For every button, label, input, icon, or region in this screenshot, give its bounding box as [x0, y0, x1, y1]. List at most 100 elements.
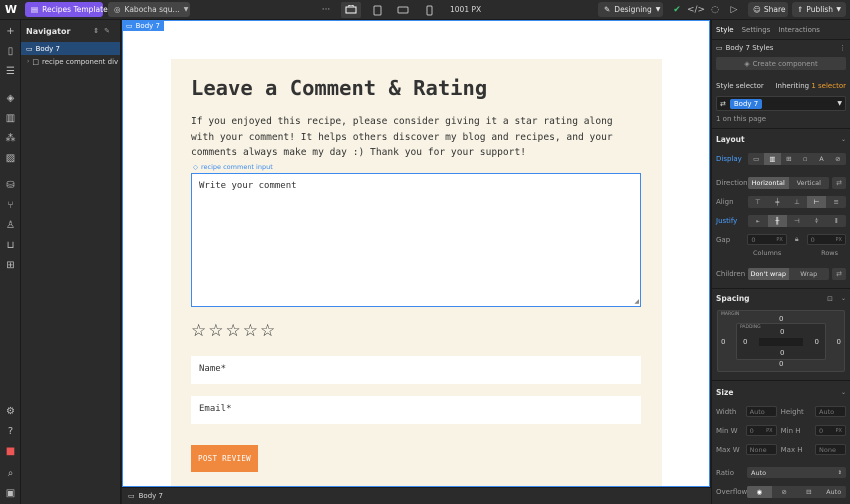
- navigator-item-recipe-component[interactable]: › □ recipe component div: [21, 55, 120, 68]
- display-none-icon[interactable]: ⊘: [830, 153, 846, 165]
- display-flex-icon[interactable]: ▥: [764, 153, 781, 165]
- inheriting-text[interactable]: Inheriting 1 selector: [775, 82, 846, 90]
- children-wrap[interactable]: Wrap: [789, 268, 830, 280]
- gap-columns-input[interactable]: 0 PX: [747, 234, 787, 245]
- align-end-icon[interactable]: ⊥: [787, 196, 807, 208]
- navigator-controls-icon[interactable]: ⇕✎: [93, 27, 115, 35]
- search-icon[interactable]: ⌕: [3, 466, 18, 481]
- more-menu-icon[interactable]: ···: [316, 2, 336, 18]
- height-input[interactable]: Auto: [815, 406, 846, 417]
- reverse-direction-icon[interactable]: ⇄: [832, 177, 846, 189]
- site-switcher[interactable]: ◎ Kabocha squ... ▼: [108, 2, 190, 17]
- children-options[interactable]: Don't wrap Wrap: [748, 268, 829, 280]
- lock-icon[interactable]: 🔒︎: [795, 235, 799, 244]
- overflow-hidden-icon[interactable]: ⊘: [772, 486, 797, 498]
- webflow-logo[interactable]: W: [4, 3, 18, 17]
- justify-around-icon[interactable]: ⦀: [826, 215, 846, 227]
- wrap-reverse-icon[interactable]: ⇄: [832, 268, 846, 280]
- direction-options[interactable]: Horizontal Vertical: [748, 177, 829, 189]
- code-icon[interactable]: </>: [686, 2, 706, 18]
- mobile-portrait-icon[interactable]: [419, 2, 439, 18]
- logic-icon[interactable]: ⑂: [3, 198, 18, 213]
- star-3-icon[interactable]: ☆: [226, 323, 241, 340]
- gap-rows-input[interactable]: 0 PX: [806, 234, 846, 245]
- layout-header[interactable]: Layout ⌄: [716, 135, 846, 144]
- min-width-input[interactable]: 0 PX: [745, 425, 777, 436]
- justify-between-icon[interactable]: ⫩: [807, 215, 827, 227]
- display-inline-icon[interactable]: ▫: [797, 153, 813, 165]
- overflow-scroll-icon[interactable]: ⊟: [797, 486, 822, 498]
- assets-icon[interactable]: ▨: [3, 151, 18, 166]
- publish-button[interactable]: ⇑ Publish ▼: [792, 2, 846, 17]
- padding-right-value[interactable]: 0: [815, 338, 819, 346]
- breadcrumb-item[interactable]: Body 7: [139, 492, 163, 500]
- align-stretch-icon[interactable]: ⊢: [806, 196, 827, 208]
- max-width-input[interactable]: None: [745, 444, 777, 455]
- width-input[interactable]: Auto: [745, 406, 777, 417]
- selector-input[interactable]: ⇄ Body 7 ▼: [716, 96, 846, 111]
- tab-style[interactable]: Style: [716, 26, 734, 34]
- padding-top-value[interactable]: 0: [780, 328, 784, 336]
- users-icon[interactable]: ♙: [3, 218, 18, 233]
- check-icon[interactable]: ✔: [667, 2, 687, 18]
- justify-center-icon[interactable]: ╫: [767, 215, 788, 227]
- min-height-input[interactable]: 0 PX: [815, 425, 846, 436]
- star-2-icon[interactable]: ☆: [208, 323, 223, 340]
- direction-vertical[interactable]: Vertical: [789, 177, 830, 189]
- preview-play-icon[interactable]: ▷: [724, 2, 744, 18]
- components-icon[interactable]: ◈: [3, 91, 18, 106]
- max-height-input[interactable]: None: [815, 444, 846, 455]
- help-icon[interactable]: ?: [3, 424, 18, 439]
- star-rating[interactable]: ☆ ☆ ☆ ☆ ☆: [191, 323, 275, 340]
- spacing-presets-icon[interactable]: ⊡: [827, 295, 833, 303]
- margin-top-value[interactable]: 0: [779, 315, 783, 323]
- display-grid-icon[interactable]: ⊞: [781, 153, 797, 165]
- padding-left-value[interactable]: 0: [743, 338, 747, 346]
- styles-icon[interactable]: ▥: [3, 111, 18, 126]
- apps-icon[interactable]: ⊞: [3, 258, 18, 273]
- ecommerce-icon[interactable]: ⊔: [3, 238, 18, 253]
- navigator-item-body[interactable]: ▭ Body 7: [21, 42, 120, 55]
- align-options[interactable]: ⊤ ╪ ⊥ ⊢ ≡: [748, 196, 846, 208]
- pages-icon[interactable]: ▯: [3, 44, 18, 59]
- resize-handle-icon[interactable]: ◢: [634, 298, 639, 305]
- margin-bottom-value[interactable]: 0: [779, 360, 783, 368]
- email-field[interactable]: Email*: [191, 396, 641, 424]
- children-no-wrap[interactable]: Don't wrap: [748, 268, 789, 280]
- overflow-options[interactable]: ◉ ⊘ ⊟ Auto: [747, 486, 846, 498]
- record-icon[interactable]: ■: [3, 444, 18, 459]
- design-canvas[interactable]: Leave a Comment & Rating If you enjoyed …: [122, 20, 710, 487]
- star-4-icon[interactable]: ☆: [243, 323, 258, 340]
- add-icon[interactable]: +: [3, 24, 18, 39]
- comment-textarea[interactable]: Write your comment ◢: [191, 173, 641, 307]
- share-button[interactable]: ☺ Share: [748, 2, 788, 17]
- spacing-header[interactable]: Spacing ⊡ ⌄: [716, 294, 846, 303]
- star-5-icon[interactable]: ☆: [260, 323, 275, 340]
- display-block-icon[interactable]: ▭: [748, 153, 764, 165]
- chevron-right-icon[interactable]: ›: [27, 58, 29, 65]
- more-icon[interactable]: ⋮: [839, 44, 846, 52]
- align-center-icon[interactable]: ╪: [768, 196, 788, 208]
- star-1-icon[interactable]: ☆: [191, 323, 206, 340]
- align-baseline-icon[interactable]: ≡: [826, 196, 846, 208]
- padding-bottom-value[interactable]: 0: [780, 349, 784, 357]
- justify-end-icon[interactable]: ⊣: [787, 215, 807, 227]
- selector-chip[interactable]: Body 7: [729, 98, 763, 109]
- selected-element-tag[interactable]: ▭ Body 7: [122, 20, 164, 31]
- overflow-auto[interactable]: Auto: [821, 486, 846, 498]
- navigator-icon[interactable]: ☰: [3, 64, 18, 79]
- mobile-landscape-icon[interactable]: [393, 2, 413, 18]
- cms-icon[interactable]: ⛁: [3, 178, 18, 193]
- direction-horizontal[interactable]: Horizontal: [748, 177, 789, 189]
- size-header[interactable]: Size ⌄: [716, 388, 846, 397]
- display-options[interactable]: ▭ ▥ ⊞ ▫ A ⊘: [748, 153, 846, 165]
- tablet-breakpoint-icon[interactable]: [367, 2, 387, 18]
- name-field[interactable]: Name*: [191, 356, 641, 384]
- chevron-down-icon[interactable]: ▼: [837, 100, 842, 107]
- ratio-select[interactable]: Auto ⇕: [747, 467, 846, 478]
- mode-switcher[interactable]: ✎ Designing ▼: [598, 2, 663, 17]
- variables-icon[interactable]: ⁂: [3, 131, 18, 146]
- create-component-button[interactable]: ◈ Create component: [716, 57, 846, 70]
- align-start-icon[interactable]: ⊤: [748, 196, 768, 208]
- desktop-breakpoint-icon[interactable]: [341, 2, 361, 18]
